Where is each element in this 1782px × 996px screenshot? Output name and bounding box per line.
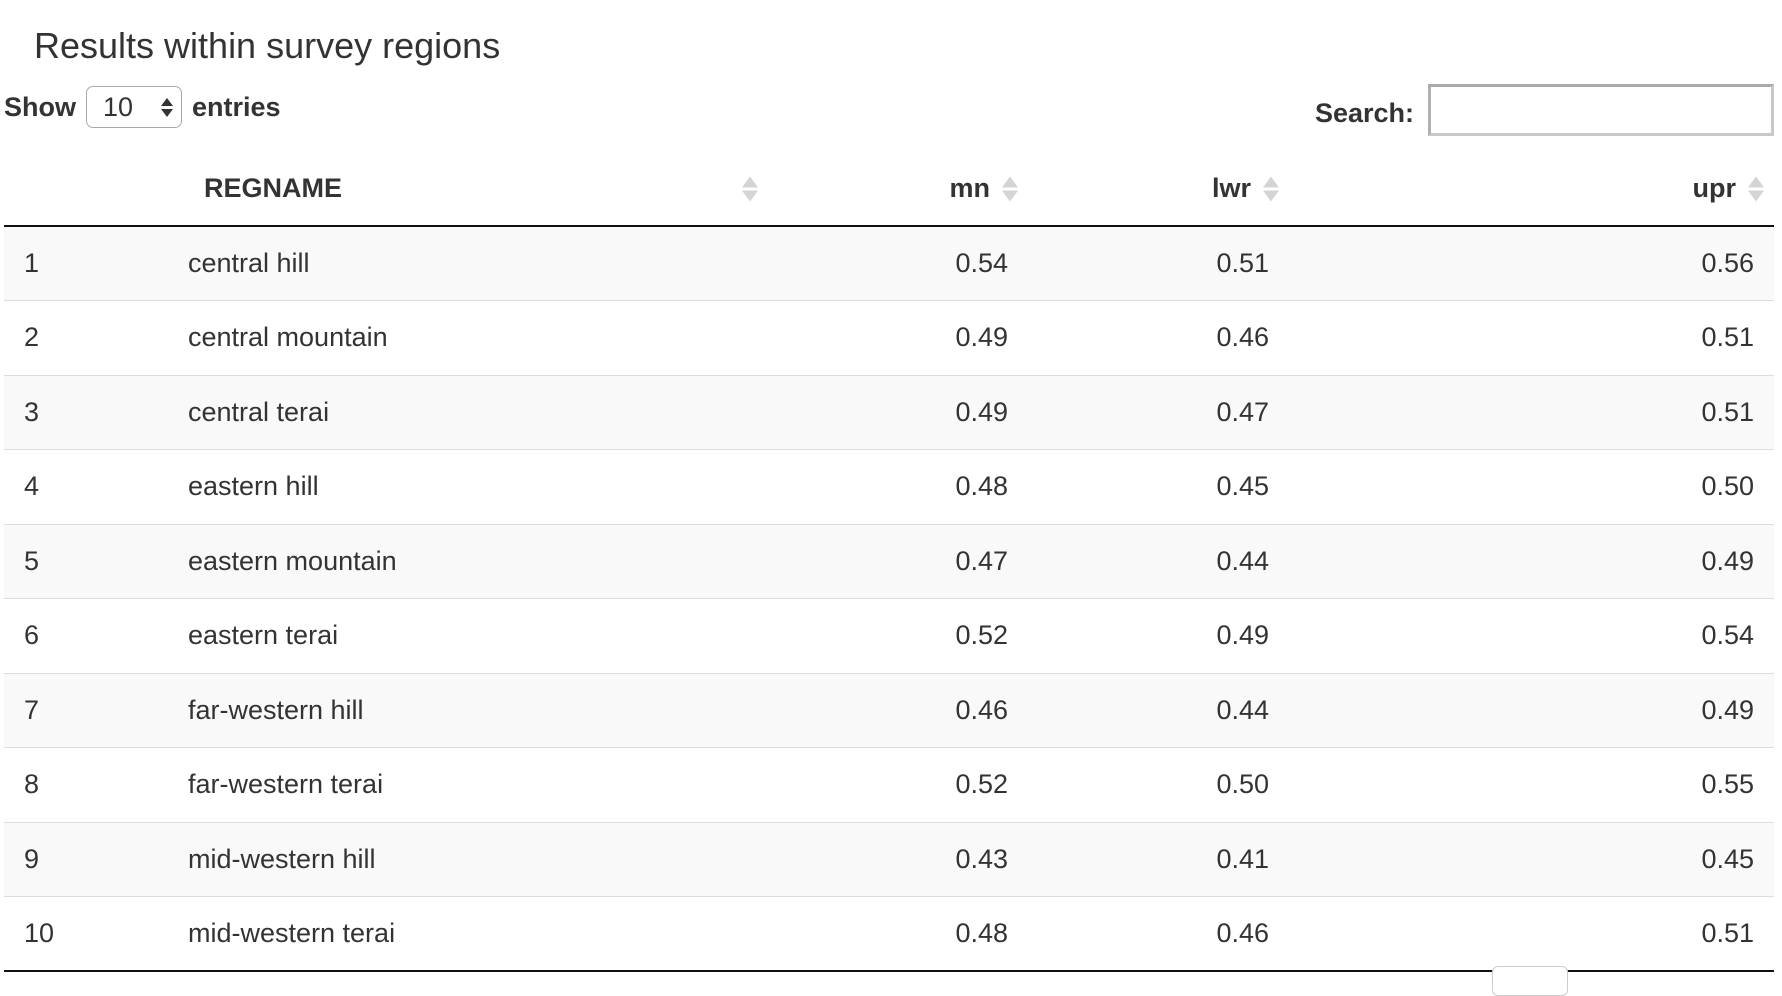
search-label: Search:	[1314, 97, 1414, 128]
cell-mn: 0.48	[768, 449, 1028, 524]
cell-index: 1	[4, 226, 168, 301]
column-header-label: upr	[1692, 173, 1737, 203]
length-control: Show 10 entries	[4, 86, 281, 128]
cell-upr: 0.49	[1289, 672, 1774, 748]
cell-index: 4	[4, 449, 168, 524]
cell-regname: eastern terai	[168, 598, 768, 673]
column-header-label: lwr	[1211, 173, 1251, 203]
cell-mn: 0.52	[768, 747, 1028, 822]
cell-mn: 0.48	[768, 896, 1028, 972]
table-row: 5 eastern mountain 0.47 0.44 0.49	[4, 523, 1774, 599]
table-row: 10 mid-western terai 0.48 0.46 0.51	[4, 896, 1774, 972]
sort-both-icon	[1748, 176, 1764, 201]
cell-regname: far-western hill	[168, 672, 768, 748]
entries-length-value: 10	[103, 91, 134, 122]
column-header-index	[4, 152, 168, 227]
column-header-label: REGNAME	[204, 173, 343, 203]
cell-lwr: 0.41	[1028, 821, 1289, 897]
cell-regname: mid-western terai	[168, 896, 768, 972]
table-row: 9 mid-western hill 0.43 0.41 0.45	[4, 821, 1774, 897]
table-row: 4 eastern hill 0.48 0.45 0.50	[4, 449, 1774, 524]
cell-index: 3	[4, 374, 168, 450]
cell-upr: 0.54	[1289, 598, 1774, 673]
cell-mn: 0.47	[768, 523, 1028, 599]
cell-lwr: 0.51	[1028, 226, 1289, 301]
show-label: Show	[4, 91, 76, 122]
cell-index: 5	[4, 523, 168, 599]
cell-lwr: 0.47	[1028, 374, 1289, 450]
cell-index: 9	[4, 821, 168, 897]
cell-lwr: 0.45	[1028, 449, 1289, 524]
cell-regname: central mountain	[168, 300, 768, 375]
table-header-row: REGNAME mn lwr upr	[4, 152, 1774, 227]
cell-upr: 0.56	[1289, 226, 1774, 301]
cell-index: 8	[4, 747, 168, 822]
table-row: 8 far-western terai 0.52 0.50 0.55	[4, 747, 1774, 822]
page-title: Results within survey regions	[34, 25, 501, 66]
cell-mn: 0.49	[768, 300, 1028, 375]
search-control: Search:	[1315, 84, 1774, 136]
cell-upr: 0.50	[1289, 449, 1774, 524]
cell-upr: 0.51	[1289, 374, 1774, 450]
cell-upr: 0.51	[1289, 896, 1774, 972]
cell-upr: 0.51	[1289, 300, 1774, 375]
cell-regname: eastern mountain	[168, 523, 768, 599]
column-header-label: mn	[949, 173, 991, 203]
results-table: REGNAME mn lwr upr 1 central hill 0.54 0.51…	[4, 152, 1774, 972]
cell-regname: mid-western hill	[168, 821, 768, 897]
column-header-mn[interactable]: mn	[768, 152, 1028, 227]
cell-lwr: 0.44	[1028, 672, 1289, 748]
cell-upr: 0.45	[1289, 821, 1774, 897]
cell-mn: 0.54	[768, 226, 1028, 301]
table-row: 2 central mountain 0.49 0.46 0.51	[4, 300, 1774, 375]
cell-mn: 0.43	[768, 821, 1028, 897]
table-row: 1 central hill 0.54 0.51 0.56	[4, 226, 1774, 301]
table-row: 6 eastern terai 0.52 0.49 0.54	[4, 598, 1774, 673]
sort-both-icon	[742, 176, 758, 201]
cell-regname: central hill	[168, 226, 768, 301]
search-input[interactable]	[1428, 84, 1774, 136]
cell-index: 2	[4, 300, 168, 375]
cell-mn: 0.49	[768, 374, 1028, 450]
entries-length-select[interactable]: 10	[86, 86, 182, 128]
cell-upr: 0.49	[1289, 523, 1774, 599]
cell-regname: central terai	[168, 374, 768, 450]
cell-index: 7	[4, 672, 168, 748]
table-row: 7 far-western hill 0.46 0.44 0.49	[4, 672, 1774, 748]
cell-upr: 0.55	[1289, 747, 1774, 822]
column-header-lwr[interactable]: lwr	[1028, 152, 1289, 227]
cell-lwr: 0.49	[1028, 598, 1289, 673]
sort-both-icon	[1002, 176, 1018, 201]
cell-mn: 0.52	[768, 598, 1028, 673]
table-row: 3 central terai 0.49 0.47 0.51	[4, 374, 1774, 450]
cell-lwr: 0.50	[1028, 747, 1289, 822]
updown-arrows-icon	[161, 97, 173, 117]
cell-index: 10	[4, 896, 168, 972]
entries-label: entries	[192, 91, 281, 122]
column-header-regname[interactable]: REGNAME	[168, 152, 768, 227]
sort-both-icon	[1263, 176, 1279, 201]
column-header-upr[interactable]: upr	[1289, 152, 1774, 227]
cell-lwr: 0.44	[1028, 523, 1289, 599]
pagination-button[interactable]	[1492, 966, 1568, 996]
cell-index: 6	[4, 598, 168, 673]
cell-lwr: 0.46	[1028, 896, 1289, 972]
cell-lwr: 0.46	[1028, 300, 1289, 375]
cell-mn: 0.46	[768, 672, 1028, 748]
cell-regname: far-western terai	[168, 747, 768, 822]
cell-regname: eastern hill	[168, 449, 768, 524]
